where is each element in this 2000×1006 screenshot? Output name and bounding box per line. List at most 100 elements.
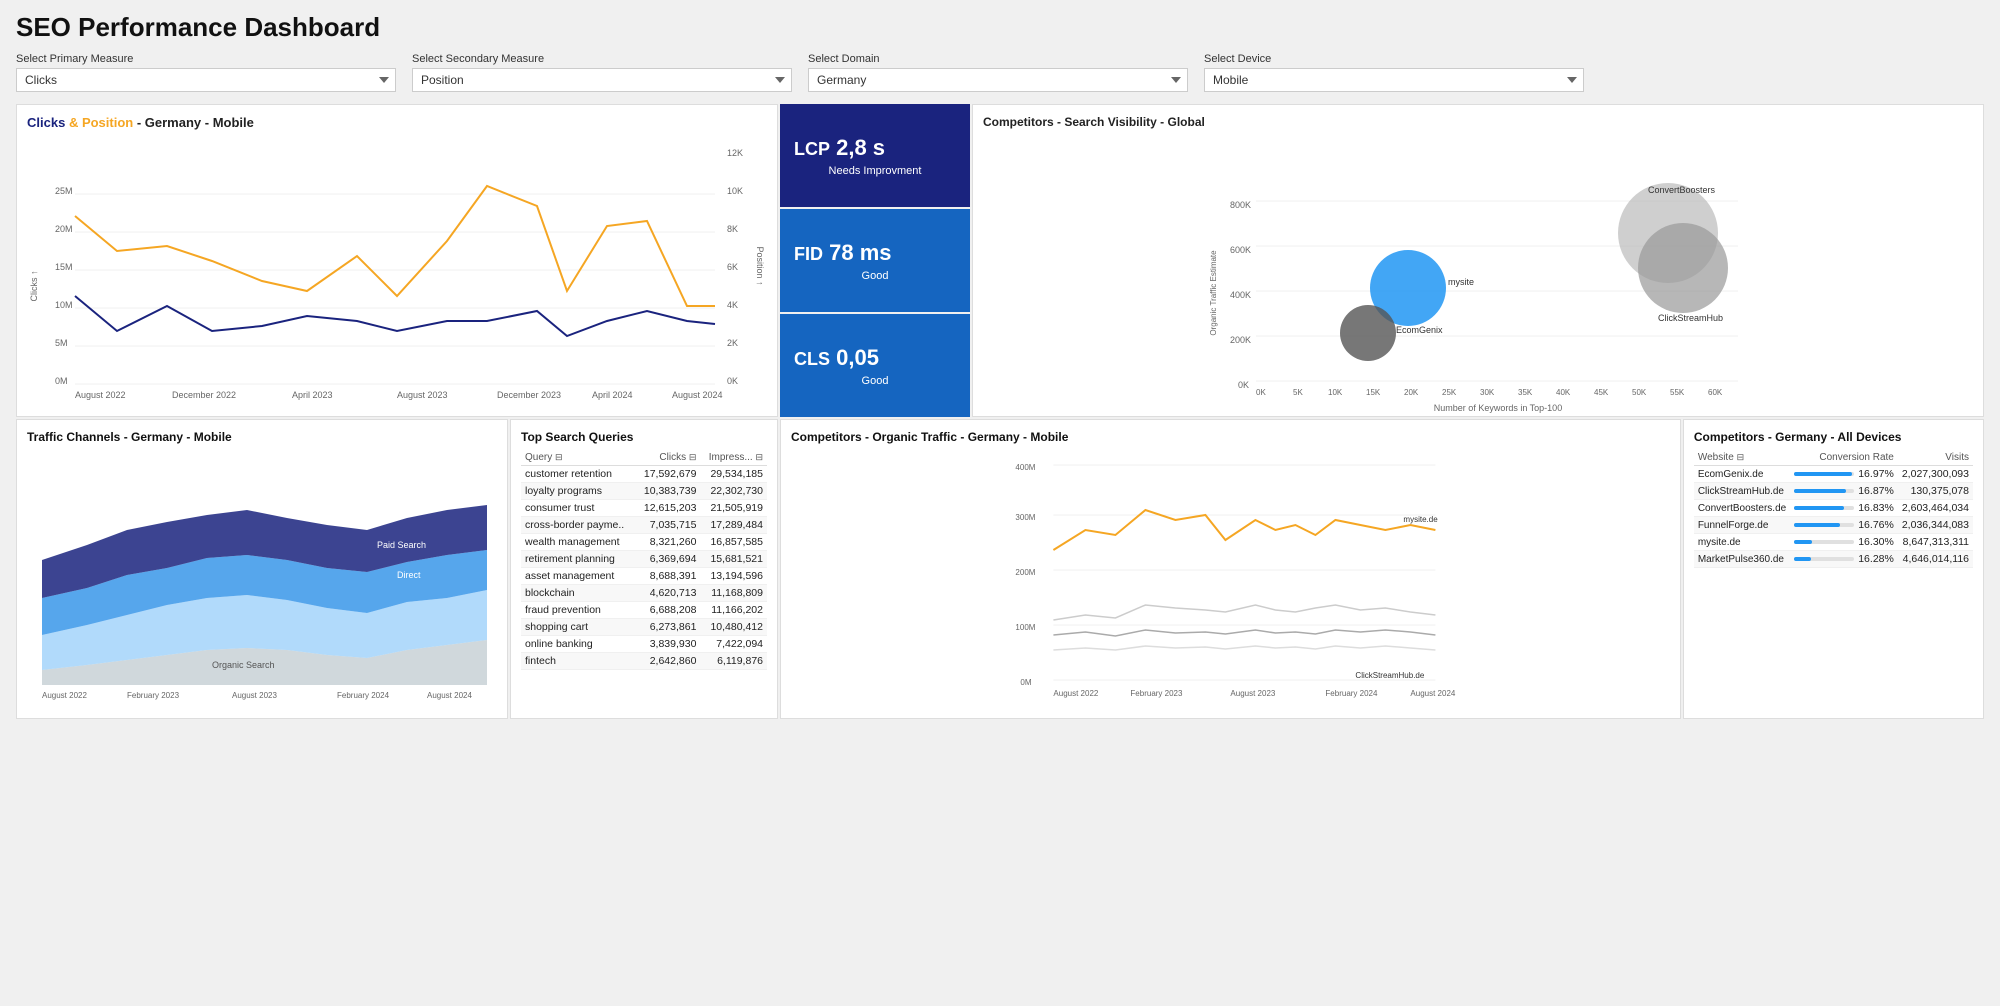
clicks-cell: 6,688,208 — [636, 602, 701, 619]
svg-text:60K: 60K — [1708, 388, 1723, 397]
svg-text:ClickStreamHub: ClickStreamHub — [1658, 313, 1723, 323]
device-group: Select Device Mobile — [1204, 53, 1584, 92]
svg-text:35K: 35K — [1518, 388, 1533, 397]
svg-text:5M: 5M — [55, 338, 68, 348]
bubble-chart-panel: Competitors - Search Visibility - Global… — [972, 104, 1984, 417]
competitor-visits: 130,375,078 — [1898, 483, 1973, 500]
svg-text:August 2023: August 2023 — [397, 390, 448, 400]
traffic-channels-svg: Paid Search Direct Organic Search August… — [27, 450, 497, 705]
svg-text:400M: 400M — [1015, 463, 1035, 472]
competitors-table-panel: Competitors - Germany - All Devices Webs… — [1683, 419, 1984, 719]
organic-traffic-title: Competitors - Organic Traffic - Germany … — [791, 430, 1670, 444]
svg-text:February 2023: February 2023 — [127, 691, 180, 700]
query-col-header: Query ⊟ — [521, 450, 636, 466]
competitors-table: Website ⊟ Conversion Rate Visits EcomGen… — [1694, 450, 1973, 568]
svg-text:Position ↑: Position ↑ — [755, 246, 765, 285]
clicks-cell: 3,839,930 — [636, 636, 701, 653]
chart-title-position: Position — [82, 115, 133, 130]
query-cell: blockchain — [521, 585, 636, 602]
impressions-cell: 15,681,521 — [700, 551, 767, 568]
svg-text:Organic Traffic Estimate: Organic Traffic Estimate — [1209, 250, 1218, 336]
impressions-cell: 17,289,484 — [700, 517, 767, 534]
impressions-col-header: Impress... ⊟ — [700, 450, 767, 466]
impressions-cell: 10,480,412 — [700, 619, 767, 636]
organic-traffic-svg: 0M 100M 200M 300M 400M — [791, 450, 1670, 705]
svg-text:Paid Search: Paid Search — [377, 540, 426, 550]
svg-text:400K: 400K — [1230, 290, 1251, 300]
clicks-cell: 10,383,739 — [636, 483, 701, 500]
svg-text:December 2022: December 2022 — [172, 390, 236, 400]
cls-card: CLS 0,05 Good — [780, 314, 970, 417]
svg-text:6K: 6K — [727, 262, 738, 272]
clicks-cell: 6,273,861 — [636, 619, 701, 636]
query-row: fraud prevention 6,688,208 11,166,202 — [521, 602, 767, 619]
query-row: retirement planning 6,369,694 15,681,521 — [521, 551, 767, 568]
svg-text:ConvertBoosters: ConvertBoosters — [1648, 185, 1716, 195]
svg-text:April 2024: April 2024 — [592, 390, 633, 400]
domain-select[interactable]: Germany — [808, 68, 1188, 92]
svg-text:12K: 12K — [727, 148, 743, 158]
svg-text:4K: 4K — [727, 300, 738, 310]
competitor-website: ClickStreamHub.de — [1694, 483, 1790, 500]
query-cell: wealth management — [521, 534, 636, 551]
page-title: SEO Performance Dashboard — [16, 12, 1984, 43]
competitor-website: EcomGenix.de — [1694, 466, 1790, 483]
chart-title-suffix: - Germany - Mobile — [137, 115, 254, 130]
competitor-rate: 16.87% — [1790, 483, 1898, 500]
query-cell: asset management — [521, 568, 636, 585]
svg-text:February 2023: February 2023 — [1130, 689, 1183, 698]
secondary-measure-select[interactable]: Position — [412, 68, 792, 92]
svg-text:200K: 200K — [1230, 335, 1251, 345]
query-cell: consumer trust — [521, 500, 636, 517]
device-select[interactable]: Mobile — [1204, 68, 1584, 92]
svg-text:200M: 200M — [1015, 568, 1035, 577]
svg-text:0M: 0M — [1020, 678, 1031, 687]
competitor-visits: 8,647,313,311 — [1898, 534, 1973, 551]
query-row: cross-border payme.. 7,035,715 17,289,48… — [521, 517, 767, 534]
cls-status: Good — [794, 375, 956, 387]
svg-text:10K: 10K — [727, 186, 743, 196]
impressions-cell: 7,422,094 — [700, 636, 767, 653]
fid-card: FID 78 ms Good — [780, 209, 970, 312]
svg-text:800K: 800K — [1230, 200, 1251, 210]
svg-text:100M: 100M — [1015, 623, 1035, 632]
competitor-row: MarketPulse360.de 16.28% 4,646,014,116 — [1694, 551, 1973, 568]
query-row: online banking 3,839,930 7,422,094 — [521, 636, 767, 653]
cls-value: CLS 0,05 — [794, 345, 956, 371]
impressions-cell: 29,534,185 — [700, 466, 767, 483]
impressions-cell: 22,302,730 — [700, 483, 767, 500]
primary-measure-select[interactable]: Clicks — [16, 68, 396, 92]
competitor-row: mysite.de 16.30% 8,647,313,311 — [1694, 534, 1973, 551]
query-row: asset management 8,688,391 13,194,596 — [521, 568, 767, 585]
query-cell: online banking — [521, 636, 636, 653]
chart-title: Clicks & Position - Germany - Mobile — [27, 115, 767, 130]
competitor-website: FunnelForge.de — [1694, 517, 1790, 534]
impressions-cell: 11,166,202 — [700, 602, 767, 619]
impressions-cell: 21,505,919 — [700, 500, 767, 517]
competitor-rate: 16.76% — [1790, 517, 1898, 534]
svg-text:ClickStreamHub.de: ClickStreamHub.de — [1355, 671, 1424, 680]
competitor-row: EcomGenix.de 16.97% 2,027,300,093 — [1694, 466, 1973, 483]
conversion-col-header: Conversion Rate — [1790, 450, 1898, 466]
ecomgenix-bubble — [1340, 305, 1396, 361]
svg-text:Clicks ↑: Clicks ↑ — [29, 271, 39, 302]
traffic-channels-panel: Traffic Channels - Germany - Mobile Paid… — [16, 419, 508, 719]
kpi-cards: LCP 2,8 s Needs Improvment FID 78 ms Goo… — [780, 104, 970, 417]
fid-value: FID 78 ms — [794, 240, 956, 266]
visits-col-header: Visits — [1898, 450, 1973, 466]
fid-status: Good — [794, 270, 956, 282]
clicks-cell: 17,592,679 — [636, 466, 701, 483]
clicks-col-header: Clicks ⊟ — [636, 450, 701, 466]
query-cell: cross-border payme.. — [521, 517, 636, 534]
svg-text:300M: 300M — [1015, 513, 1035, 522]
query-row: blockchain 4,620,713 11,168,809 — [521, 585, 767, 602]
competitor-row: ConvertBoosters.de 16.83% 2,603,464,034 — [1694, 500, 1973, 517]
lcp-status: Needs Improvment — [794, 165, 956, 177]
svg-text:25K: 25K — [1442, 388, 1457, 397]
svg-text:Direct: Direct — [397, 570, 421, 580]
svg-text:mysite.de: mysite.de — [1403, 515, 1438, 524]
query-row: wealth management 8,321,260 16,857,585 — [521, 534, 767, 551]
svg-text:Number of Keywords in Top-100: Number of Keywords in Top-100 — [1434, 403, 1562, 413]
query-cell: loyalty programs — [521, 483, 636, 500]
device-label: Select Device — [1204, 53, 1584, 65]
